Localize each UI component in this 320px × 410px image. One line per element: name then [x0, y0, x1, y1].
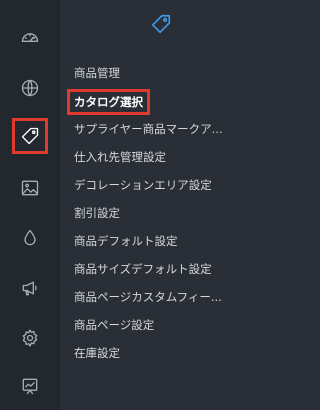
menu-item-supplier-settings[interactable]: 仕入れ先管理設定: [74, 146, 166, 168]
image-icon[interactable]: [12, 170, 48, 206]
tag-icon: [151, 14, 170, 34]
menu-item-inventory-settings[interactable]: 在庫設定: [74, 342, 120, 364]
gear-icon[interactable]: [12, 320, 48, 356]
submenu-panel: 商品管理 カタログ選択 サプライヤー商品マークア... 仕入れ先管理設定 デコレ…: [60, 0, 261, 410]
menu-item-product-management[interactable]: 商品管理: [74, 62, 120, 84]
globe-icon[interactable]: [12, 70, 48, 106]
tag-icon[interactable]: [12, 118, 48, 154]
panel-header: [60, 8, 261, 40]
menu-item-catalog-selection[interactable]: カタログ選択: [67, 89, 150, 115]
menu-item-product-page-custom-fields[interactable]: 商品ページカスタムフィー...: [74, 286, 222, 308]
chart-board-icon[interactable]: [12, 368, 48, 404]
icon-rail: [0, 0, 60, 410]
menu-item-product-page-settings[interactable]: 商品ページ設定: [74, 314, 154, 336]
menu-item-decoration-area-settings[interactable]: デコレーションエリア設定: [74, 174, 212, 196]
menu-item-product-size-default-settings[interactable]: 商品サイズデフォルト設定: [74, 258, 212, 280]
menu-item-discount-settings[interactable]: 割引設定: [74, 202, 120, 224]
menu-item-product-default-settings[interactable]: 商品デフォルト設定: [74, 230, 178, 252]
menu-item-supplier-markup[interactable]: サプライヤー商品マークア...: [74, 118, 223, 140]
megaphone-icon[interactable]: [12, 270, 48, 306]
dashboard-gauge-icon[interactable]: [12, 20, 48, 56]
droplet-icon[interactable]: [12, 220, 48, 256]
